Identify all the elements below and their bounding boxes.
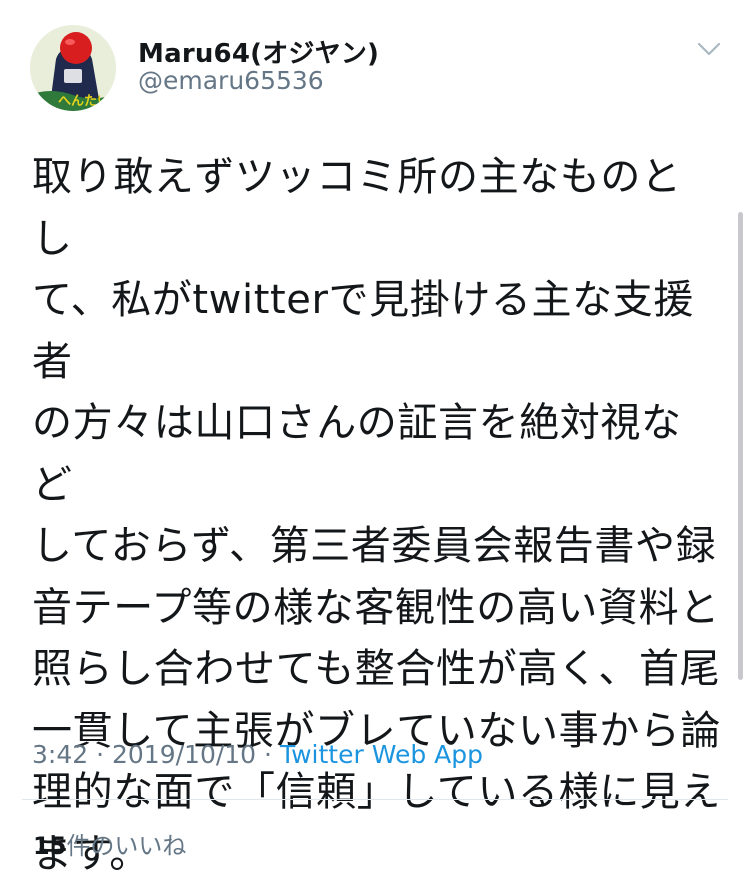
tweet-time[interactable]: 3:42 [32,740,88,769]
source-app-link[interactable]: Twitter Web App [280,740,483,769]
avatar-image: へんたい [30,25,116,111]
author-handle[interactable]: @emaru65536 [138,66,324,95]
avatar-caption: へんたい [58,94,110,109]
avatar[interactable]: へんたい [30,25,116,111]
likes-link[interactable]: 15件のいいね [33,826,186,861]
tweet-metadata: 3:42 · 2019/10/10 · Twitter Web App [32,740,483,769]
tweet-date[interactable]: 2019/10/10 [112,740,256,769]
tweet-detail: へんたい Maru64(オジヤン) @emaru65536 取り敢えずツッコミ所… [0,0,750,878]
meta-separator: · [96,740,105,769]
more-options-button[interactable] [690,34,728,64]
meta-separator: · [264,740,272,769]
scrollbar[interactable] [738,212,743,680]
chevron-down-icon [697,42,721,56]
divider [22,799,728,800]
likes-label: 件のいいね [66,832,187,860]
author-display-name[interactable]: Maru64(オジヤン) [138,33,379,70]
likes-count: 15 [33,832,67,860]
